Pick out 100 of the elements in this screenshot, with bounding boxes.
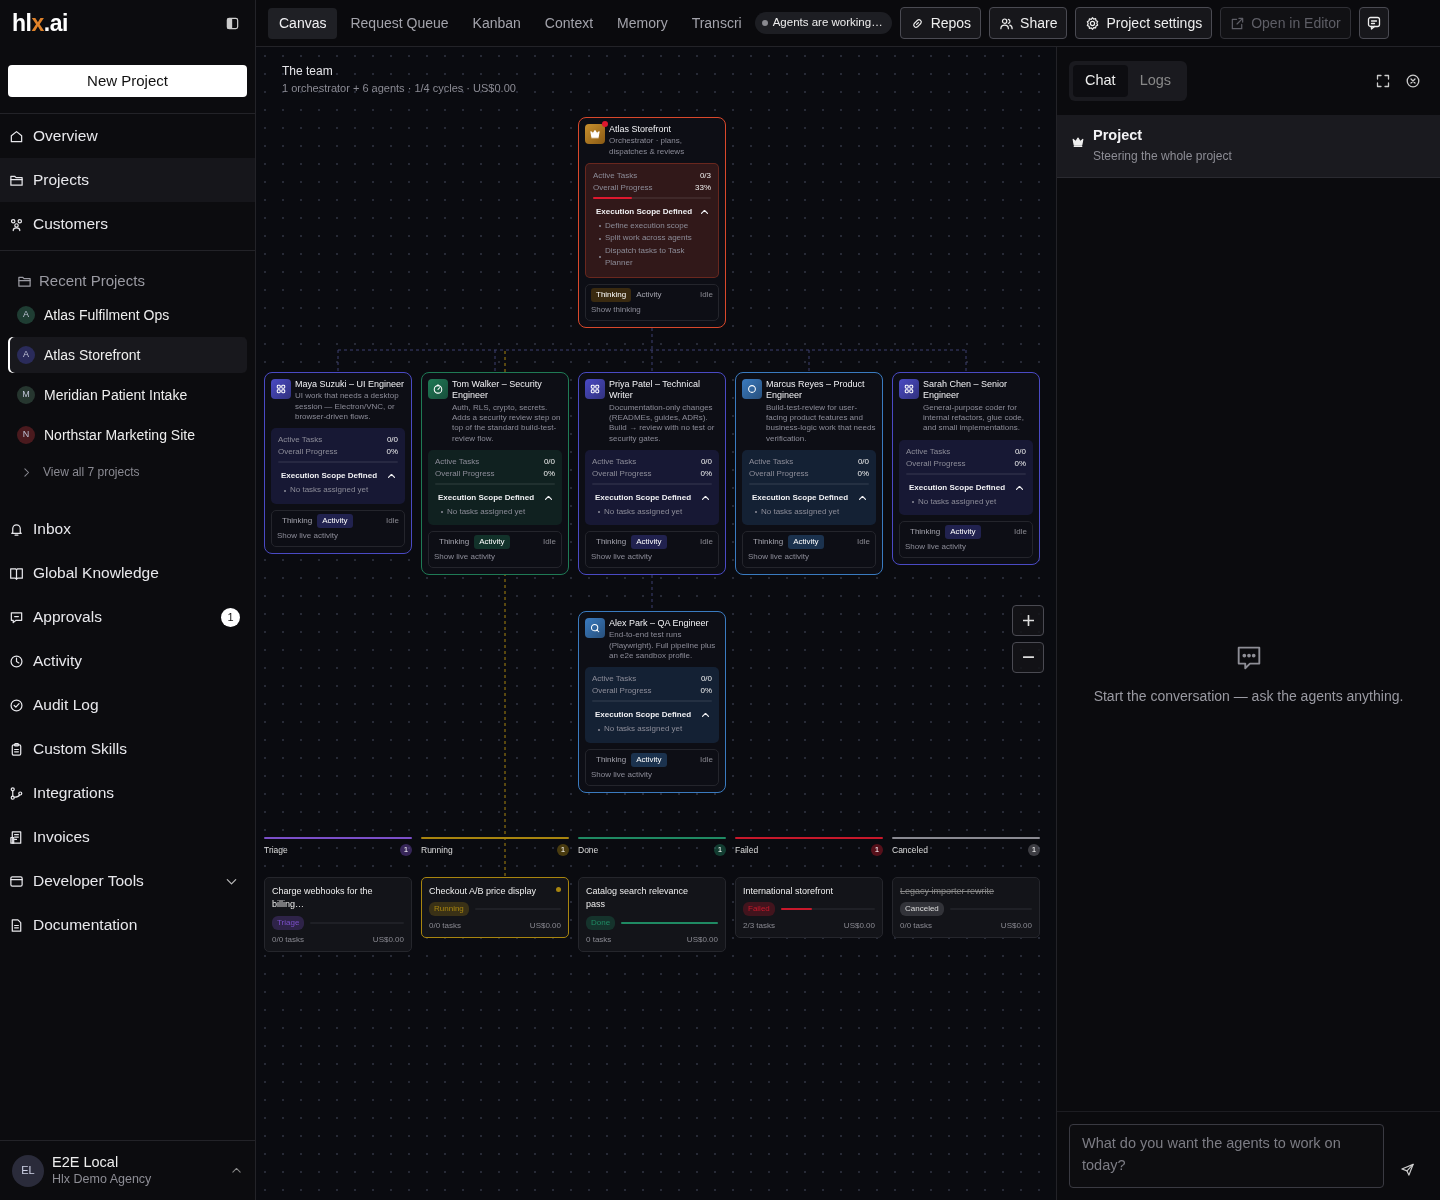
- scope-title: Execution Scope Defined: [752, 492, 849, 505]
- column-title: Failed: [735, 844, 759, 857]
- window-icon: [9, 873, 24, 889]
- show-activity-link[interactable]: Show live activity: [277, 529, 338, 542]
- recent-project-item[interactable]: A Atlas Fulfilment Ops: [8, 297, 247, 333]
- users-icon: [999, 15, 1015, 31]
- stat-value: 0/0: [700, 673, 712, 686]
- nav-item[interactable]: Global Knowledge: [0, 551, 255, 595]
- panel-tab[interactable]: Activity: [945, 525, 981, 540]
- task-card[interactable]: International storefront Failed 2/3 tasks US$0.00: [735, 876, 883, 939]
- view-tab[interactable]: Kanban: [461, 7, 532, 39]
- task-card[interactable]: Legacy importer rewrite Canceled 0/0 tasks US$0.00: [892, 876, 1040, 939]
- task-title: Legacy importer rewrite: [900, 884, 996, 898]
- show-activity-link[interactable]: Show thinking: [591, 303, 641, 316]
- stat-label: Active Tasks: [278, 434, 323, 447]
- panel-tab[interactable]: Activity: [474, 535, 510, 550]
- home-icon: [9, 128, 24, 144]
- check-circle-icon: [9, 697, 24, 713]
- nav-item[interactable]: Customers: [0, 202, 255, 246]
- panel-tab[interactable]: Thinking: [277, 513, 318, 528]
- column-title: Running: [421, 844, 453, 857]
- agent-card[interactable]: [421, 372, 569, 576]
- thread-item[interactable]: Project Steering the whole project: [1057, 114, 1440, 178]
- recent-project-item[interactable]: N Northstar Marketing Site: [8, 417, 247, 453]
- status-badge: Failed: [743, 902, 775, 917]
- nav-item[interactable]: Integrations: [0, 771, 255, 815]
- toolbar-button[interactable]: Share: [989, 7, 1068, 39]
- panel-tab[interactable]: Thinking: [905, 525, 946, 540]
- user-panel[interactable]: EL E2E Local Hlx Demo Agency: [0, 1140, 255, 1200]
- nav-item[interactable]: Invoices: [0, 815, 255, 859]
- status-text: Idle: [543, 536, 556, 549]
- panel-tab[interactable]: Chat: [1073, 65, 1128, 97]
- nav-item[interactable]: Custom Skills: [0, 727, 255, 771]
- message-input[interactable]: What do you want the agents to work on today?: [1069, 1124, 1384, 1188]
- task-card[interactable]: Checkout A/B price display Running 0/0 tasks US$0.00: [421, 876, 569, 939]
- panel-tab[interactable]: Activity: [631, 287, 667, 302]
- toolbar-button[interactable]: Project settings: [1075, 7, 1213, 39]
- nav-item[interactable]: Overview: [0, 114, 255, 158]
- project-avatar: M: [17, 386, 35, 404]
- chat-toggle-button[interactable]: [1358, 7, 1389, 39]
- nodes-icon: [9, 785, 24, 801]
- user-avatar: EL: [12, 1154, 44, 1187]
- zoom-out-button[interactable]: [1012, 642, 1044, 673]
- count-badge: 1: [557, 844, 569, 857]
- agent-card[interactable]: [264, 372, 412, 554]
- external-link-icon: [1230, 15, 1246, 31]
- task-card[interactable]: Charge webhooks for the billing… Triage 0/0 tasks US$0.00: [264, 876, 412, 952]
- show-activity-link[interactable]: Show live activity: [748, 551, 809, 564]
- show-activity-link[interactable]: Show live activity: [591, 768, 652, 781]
- agent-card[interactable]: [578, 611, 726, 793]
- panel-tab[interactable]: Activity: [631, 752, 667, 767]
- project-avatar: A: [17, 346, 35, 364]
- stat-value: 33%: [695, 182, 711, 195]
- stat-label: Overall Progress: [592, 468, 652, 481]
- show-activity-link[interactable]: Show live activity: [434, 551, 495, 564]
- recent-project-item[interactable]: A Atlas Storefront: [8, 337, 247, 373]
- panel-tab[interactable]: Thinking: [591, 535, 632, 550]
- status-badge: Triage: [272, 915, 305, 930]
- agent-card[interactable]: [578, 372, 726, 576]
- panel-tab[interactable]: Activity: [317, 513, 353, 528]
- nav-item[interactable]: Documentation: [0, 903, 255, 947]
- nav-item[interactable]: Projects: [0, 158, 255, 202]
- panel-tab[interactable]: Activity: [631, 535, 667, 550]
- panel-tab[interactable]: Activity: [788, 535, 824, 550]
- task-card[interactable]: Catalog search relevance pass Done 0 tasks US$0.00: [578, 876, 726, 952]
- zoom-in-button[interactable]: [1012, 605, 1044, 636]
- view-tab[interactable]: Context: [533, 7, 605, 39]
- panel-tab[interactable]: Thinking: [591, 287, 632, 302]
- view-tab[interactable]: Transcri: [680, 7, 753, 39]
- view-all-link[interactable]: View all 7 projects: [8, 457, 146, 487]
- status-text: Idle: [857, 536, 870, 549]
- toolbar-button[interactable]: Repos: [899, 7, 982, 39]
- agent-name: Alex Park – QA Engineer: [609, 618, 710, 630]
- scope-title: Execution Scope Defined: [909, 481, 1006, 494]
- new-project-button[interactable]: New Project: [8, 65, 247, 97]
- show-activity-link[interactable]: Show live activity: [905, 541, 966, 554]
- status-text: Idle: [386, 514, 399, 527]
- plus-icon: [1022, 615, 1034, 626]
- panel-tab[interactable]: Thinking: [591, 752, 632, 767]
- agent-card[interactable]: [735, 372, 883, 576]
- panel-tab[interactable]: Thinking: [748, 535, 789, 550]
- nav-item[interactable]: Activity: [0, 639, 255, 683]
- panel-tab[interactable]: Logs: [1127, 65, 1184, 97]
- nav-item[interactable]: Developer Tools: [0, 859, 255, 903]
- status-pill: Agents are working…: [754, 12, 892, 34]
- nav-item[interactable]: Inbox: [0, 507, 255, 551]
- book-icon: [9, 565, 24, 581]
- orchestrator-card[interactable]: [578, 117, 726, 328]
- status-text: Idle: [700, 288, 713, 301]
- recent-project-item[interactable]: M Meridian Patient Intake: [8, 377, 247, 413]
- view-tab[interactable]: Memory: [606, 7, 679, 39]
- view-tab[interactable]: Request Queue: [339, 7, 460, 39]
- show-activity-link[interactable]: Show live activity: [591, 551, 652, 564]
- stat-label: Active Tasks: [906, 445, 951, 458]
- panel-tab[interactable]: Thinking: [434, 535, 475, 550]
- nav-item[interactable]: Audit Log: [0, 683, 255, 727]
- view-tab[interactable]: Canvas: [268, 7, 338, 39]
- nav-item[interactable]: Approvals 1: [0, 595, 255, 639]
- clock-icon: [9, 653, 24, 669]
- agent-card[interactable]: [892, 372, 1040, 566]
